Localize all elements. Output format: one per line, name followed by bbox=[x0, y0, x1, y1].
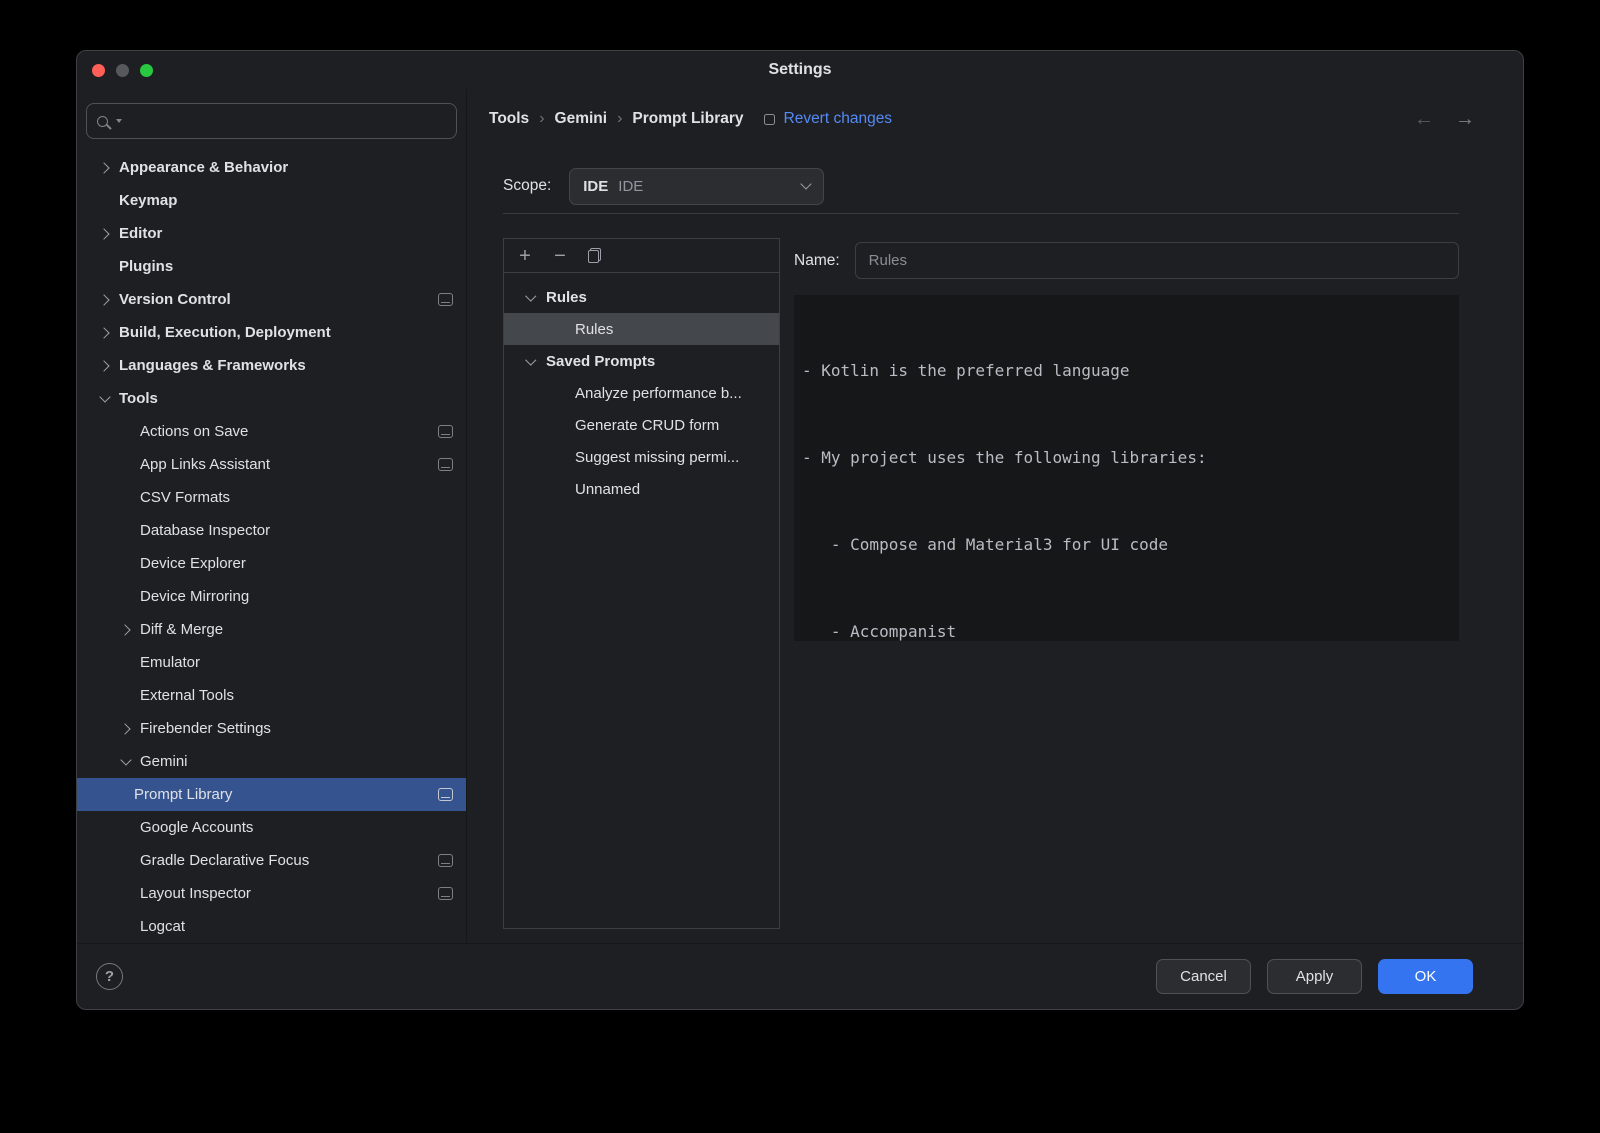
sidebar-item-firebender-settings[interactable]: Firebender Settings bbox=[77, 712, 466, 745]
sidebar-item-build-execution-deployment[interactable]: Build, Execution, Deployment bbox=[77, 316, 466, 349]
ide-settings-icon bbox=[438, 854, 453, 867]
sidebar-item-layout-inspector[interactable]: Layout Inspector bbox=[77, 877, 466, 910]
sidebar-item-editor[interactable]: Editor bbox=[77, 217, 466, 250]
prompt-editor-panel: Name: - Kotlin is the preferred language… bbox=[794, 238, 1459, 943]
sidebar-item-logcat[interactable]: Logcat bbox=[77, 910, 466, 943]
prompt-item-unnamed[interactable]: Unnamed bbox=[504, 473, 779, 505]
close-window-button[interactable] bbox=[92, 64, 105, 77]
search-history-caret-icon bbox=[116, 119, 122, 123]
name-row: Name: bbox=[794, 242, 1459, 279]
scope-tag: IDE bbox=[583, 178, 608, 195]
sidebar-item-gemini[interactable]: Gemini bbox=[77, 745, 466, 778]
prompt-line: - My project uses the following librarie… bbox=[802, 443, 1451, 472]
prompt-item-rules[interactable]: Rules bbox=[504, 313, 779, 345]
prompt-group-saved-prompts[interactable]: Saved Prompts bbox=[504, 345, 779, 377]
sidebar-search-field[interactable] bbox=[86, 103, 457, 139]
prompt-item-generate-crud-form[interactable]: Generate CRUD form bbox=[504, 409, 779, 441]
sidebar-item-device-mirroring[interactable]: Device Mirroring bbox=[77, 580, 466, 613]
sidebar-item-device-explorer[interactable]: Device Explorer bbox=[77, 547, 466, 580]
sidebar-item-plugins[interactable]: Plugins bbox=[77, 250, 466, 283]
sidebar-item-appearance-behavior[interactable]: Appearance & Behavior bbox=[77, 151, 466, 184]
titlebar: Settings bbox=[77, 51, 1523, 89]
prompt-group-rules[interactable]: Rules bbox=[504, 281, 779, 313]
prompt-name-input[interactable] bbox=[855, 242, 1459, 279]
chevron-right-icon bbox=[112, 613, 140, 646]
chevron-right-icon bbox=[91, 217, 119, 250]
chevron-down-icon bbox=[112, 745, 140, 778]
prompt-list-toolbar: + − bbox=[504, 239, 779, 273]
scope-row: Scope: IDE IDE bbox=[467, 165, 1523, 207]
add-prompt-button[interactable]: + bbox=[518, 246, 532, 266]
chevron-right-icon bbox=[91, 316, 119, 349]
chevron-right-icon bbox=[91, 151, 119, 184]
sidebar-item-languages-frameworks[interactable]: Languages & Frameworks bbox=[77, 349, 466, 382]
sidebar-item-external-tools[interactable]: External Tools bbox=[77, 679, 466, 712]
ide-settings-icon bbox=[438, 425, 453, 438]
scope-label: Scope: bbox=[503, 177, 551, 195]
chevron-down-icon bbox=[801, 178, 812, 189]
revert-icon bbox=[764, 114, 775, 125]
sidebar-item-version-control[interactable]: Version Control bbox=[77, 283, 466, 316]
sidebar-item-diff-merge[interactable]: Diff & Merge bbox=[77, 613, 466, 646]
prompt-item-analyze-performance[interactable]: Analyze performance b... bbox=[504, 377, 779, 409]
breadcrumb-separator: › bbox=[539, 110, 544, 128]
settings-sidebar: Appearance & Behavior Keymap Editor Plug… bbox=[77, 89, 467, 943]
revert-changes-link[interactable]: Revert changes bbox=[764, 110, 893, 128]
chevron-down-icon bbox=[524, 281, 538, 313]
prompt-line: - Kotlin is the preferred language bbox=[802, 356, 1451, 385]
chevron-right-icon bbox=[91, 349, 119, 382]
prompt-list-panel: + − Rules Rules Saved Prompts Analyze pe… bbox=[503, 238, 780, 929]
breadcrumb-tools[interactable]: Tools bbox=[489, 110, 529, 128]
scope-value: IDE bbox=[618, 178, 643, 195]
prompt-item-suggest-missing-permissions[interactable]: Suggest missing permi... bbox=[504, 441, 779, 473]
help-button[interactable]: ? bbox=[96, 963, 123, 990]
zoom-window-button[interactable] bbox=[140, 64, 153, 77]
ide-settings-icon bbox=[438, 293, 453, 306]
apply-button[interactable]: Apply bbox=[1267, 959, 1362, 994]
breadcrumb: Tools › Gemini › Prompt Library Revert c… bbox=[467, 89, 1523, 149]
sidebar-item-keymap[interactable]: Keymap bbox=[77, 184, 466, 217]
breadcrumb-gemini[interactable]: Gemini bbox=[555, 110, 608, 128]
ok-button[interactable]: OK bbox=[1378, 959, 1473, 994]
chevron-right-icon bbox=[91, 283, 119, 316]
sidebar-item-tools[interactable]: Tools bbox=[77, 382, 466, 415]
sidebar-item-database-inspector[interactable]: Database Inspector bbox=[77, 514, 466, 547]
settings-main-panel: Tools › Gemini › Prompt Library Revert c… bbox=[467, 89, 1523, 943]
sidebar-item-app-links-assistant[interactable]: App Links Assistant bbox=[77, 448, 466, 481]
search-input[interactable] bbox=[127, 113, 446, 129]
breadcrumb-prompt-library[interactable]: Prompt Library bbox=[632, 110, 743, 128]
back-arrow-icon[interactable]: ← bbox=[1414, 109, 1434, 129]
prompt-line: - Accompanist bbox=[802, 617, 1451, 641]
search-icon bbox=[97, 116, 108, 127]
ide-settings-icon bbox=[438, 788, 453, 801]
prompt-text-editor[interactable]: - Kotlin is the preferred language - My … bbox=[794, 295, 1459, 641]
settings-window: Settings Appearance & Behavior Keymap Ed… bbox=[76, 50, 1524, 1010]
window-title: Settings bbox=[768, 61, 831, 79]
settings-tree: Appearance & Behavior Keymap Editor Plug… bbox=[77, 151, 466, 943]
sidebar-item-actions-on-save[interactable]: Actions on Save bbox=[77, 415, 466, 448]
chevron-down-icon bbox=[524, 345, 538, 377]
sidebar-item-csv-formats[interactable]: CSV Formats bbox=[77, 481, 466, 514]
dialog-footer: ? Cancel Apply OK bbox=[77, 943, 1523, 1009]
cancel-button[interactable]: Cancel bbox=[1156, 959, 1251, 994]
minimize-window-button[interactable] bbox=[116, 64, 129, 77]
ide-settings-icon bbox=[438, 887, 453, 900]
sidebar-item-gradle-declarative-focus[interactable]: Gradle Declarative Focus bbox=[77, 844, 466, 877]
chevron-right-icon bbox=[112, 712, 140, 745]
traffic-lights bbox=[92, 51, 153, 89]
name-label: Name: bbox=[794, 252, 840, 270]
copy-prompt-button[interactable] bbox=[588, 248, 601, 263]
forward-arrow-icon[interactable]: → bbox=[1455, 109, 1475, 129]
breadcrumb-separator: › bbox=[617, 110, 622, 128]
remove-prompt-button[interactable]: − bbox=[553, 246, 567, 266]
sidebar-item-prompt-library[interactable]: Prompt Library bbox=[77, 778, 466, 811]
ide-settings-icon bbox=[438, 458, 453, 471]
sidebar-item-emulator[interactable]: Emulator bbox=[77, 646, 466, 679]
chevron-down-icon bbox=[91, 382, 119, 415]
prompt-line: - Compose and Material3 for UI code bbox=[802, 530, 1451, 559]
sidebar-item-google-accounts[interactable]: Google Accounts bbox=[77, 811, 466, 844]
prompt-tree: Rules Rules Saved Prompts Analyze perfor… bbox=[504, 273, 779, 505]
history-navigation: ← → bbox=[1414, 109, 1475, 129]
scope-dropdown[interactable]: IDE IDE bbox=[569, 168, 824, 205]
